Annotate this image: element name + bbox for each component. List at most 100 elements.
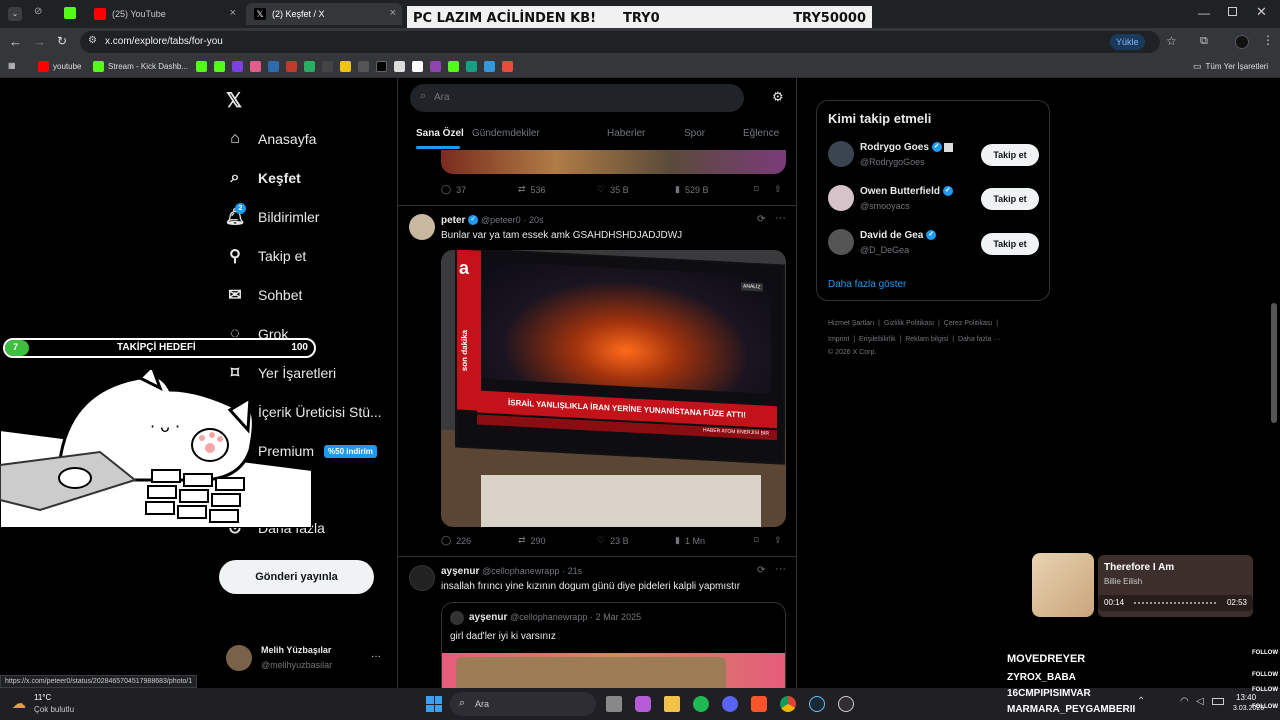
- minimize-icon[interactable]: —: [1198, 6, 1210, 20]
- author-name[interactable]: peter: [441, 215, 465, 226]
- nav-chat[interactable]: ✉ Sohbet: [226, 286, 302, 304]
- more-icon[interactable]: ···: [775, 563, 786, 575]
- follow-button[interactable]: Takip et: [981, 188, 1039, 210]
- kick-tab-icon[interactable]: [64, 7, 76, 19]
- extensions-icon[interactable]: ⧉: [1200, 35, 1208, 48]
- maximize-icon[interactable]: [1228, 7, 1237, 16]
- footer-link[interactable]: Imprint: [828, 336, 849, 343]
- reload-icon[interactable]: ↻: [57, 34, 67, 48]
- post-photo[interactable]: a son dakika ANALİZ İSRAİL YANLIŞLIKLA İ…: [441, 250, 786, 527]
- tab-x-explore[interactable]: 𝕏 (2) Keşfet / X ×: [246, 3, 402, 25]
- nav-explore[interactable]: ⌕ Keşfet: [226, 169, 301, 187]
- like-action[interactable]: ♡ 35 B: [597, 184, 629, 195]
- footer-link[interactable]: Daha fazla ···: [958, 336, 1000, 343]
- close-window-icon[interactable]: ✕: [1256, 4, 1267, 20]
- nav-home[interactable]: ⌂ Anasayfa: [226, 130, 316, 148]
- bookmark-action[interactable]: ⌑: [754, 535, 759, 546]
- footer-link[interactable]: Erişilebilirlik: [859, 336, 896, 343]
- reply-action[interactable]: ◯ 226: [441, 535, 471, 546]
- site-icon[interactable]: [268, 61, 279, 72]
- star-icon[interactable]: ☆: [1166, 34, 1177, 48]
- back-icon[interactable]: ←: [9, 34, 22, 49]
- chrome-icon[interactable]: [780, 696, 796, 712]
- site-icon[interactable]: [250, 61, 261, 72]
- site-icon[interactable]: [394, 61, 405, 72]
- site-icon[interactable]: [340, 61, 351, 72]
- quoted-post[interactable]: ayşenur @cellophanewrapp · 2 Mar 2025 gi…: [441, 602, 786, 690]
- post-aysenur[interactable]: ayşenur @cellophanewrapp · 21s ⟳ ··· ins…: [398, 557, 796, 690]
- site-icon[interactable]: [430, 61, 441, 72]
- scrollbar-thumb[interactable]: [1271, 303, 1277, 423]
- bookmark-youtube[interactable]: youtube: [38, 61, 81, 72]
- avatar[interactable]: [409, 214, 435, 240]
- more-icon[interactable]: ···: [371, 651, 381, 662]
- footer-link[interactable]: Gizlilik Politikası: [884, 320, 934, 327]
- suggestion-rodrygo[interactable]: Rodrygo Goes ✓ @RodrygoGoes: [828, 141, 978, 171]
- menu-icon[interactable]: ⋮: [1262, 33, 1274, 47]
- file-explorer-icon[interactable]: [664, 696, 680, 712]
- forward-icon[interactable]: →: [33, 34, 46, 49]
- tab-trending[interactable]: Gündemdekiler: [472, 128, 540, 139]
- x-logo[interactable]: 𝕏: [226, 88, 242, 113]
- taskbar-search[interactable]: ⌕ Ara: [450, 692, 596, 716]
- settings-icon[interactable]: ⚙: [772, 89, 784, 105]
- more-icon[interactable]: ···: [775, 212, 786, 224]
- footer-link[interactable]: Reklam bilgisi: [905, 336, 948, 343]
- author-name[interactable]: ayşenur: [441, 566, 479, 577]
- nav-notifications[interactable]: 🔔︎ 2 Bildirimler: [225, 203, 319, 226]
- upload-button[interactable]: Yükle: [1110, 34, 1145, 50]
- site-icon[interactable]: [466, 61, 477, 72]
- profile-avatar[interactable]: [1235, 35, 1249, 49]
- suggestion-owen[interactable]: Owen Butterfield ✓ @smooyacs: [828, 185, 978, 215]
- site-info-icon[interactable]: ⚙: [88, 35, 97, 46]
- start-button[interactable]: [426, 696, 442, 712]
- author-handle[interactable]: @cellophanewrapp: [482, 566, 559, 576]
- tab-youtube[interactable]: (25) YouTube ×: [86, 3, 242, 25]
- url-field[interactable]: ⚙ x.com/explore/tabs/for-you Yükle ☆: [80, 31, 1177, 53]
- site-icon[interactable]: [448, 61, 459, 72]
- follow-button[interactable]: Takip et: [981, 233, 1039, 255]
- nav-follow[interactable]: ⚲ Takip et: [226, 247, 306, 265]
- suggestion-degea[interactable]: David de Gea ✓ @D_DeGea: [828, 229, 978, 259]
- copilot-icon[interactable]: [635, 696, 651, 712]
- search-box[interactable]: ⌕ Ara: [410, 84, 744, 112]
- muted-tab-icon[interactable]: ⊘: [34, 6, 42, 17]
- share-action[interactable]: ⇪: [774, 535, 782, 546]
- kick-icon[interactable]: [196, 61, 207, 72]
- task-view-icon[interactable]: [606, 696, 622, 712]
- avatar[interactable]: [409, 565, 435, 591]
- footer-link[interactable]: Çerez Politikası: [944, 320, 993, 327]
- tab-for-you[interactable]: Sana Özel: [416, 128, 464, 139]
- close-tab-icon[interactable]: ×: [390, 7, 396, 19]
- steam-icon[interactable]: [809, 696, 825, 712]
- bookmark-action[interactable]: ⌑: [754, 184, 759, 195]
- account-switcher[interactable]: Melih Yüzbaşılar @melihyuzbasilar ···: [226, 643, 386, 675]
- share-action[interactable]: ⇪: [774, 184, 782, 195]
- close-tab-icon[interactable]: ×: [230, 7, 236, 19]
- site-icon[interactable]: [286, 61, 297, 72]
- views-action[interactable]: ▮ 529 B: [675, 184, 708, 195]
- post-peter[interactable]: peter ✓ @peteer0 · 20s ⟳ ··· Bunlar var …: [398, 206, 796, 556]
- site-icon[interactable]: [502, 61, 513, 72]
- site-icon[interactable]: [358, 61, 369, 72]
- all-bookmarks[interactable]: ▭ Tüm Yer İşaretleri: [1193, 61, 1268, 72]
- tab-entertainment[interactable]: Eğlence: [743, 128, 779, 139]
- grok-icon[interactable]: ⟳: [757, 565, 765, 576]
- apps-icon[interactable]: ▦: [8, 61, 16, 70]
- weather-icon[interactable]: ☁: [12, 695, 26, 712]
- obs-icon[interactable]: [838, 696, 854, 712]
- views-action[interactable]: ▮ 1 Mn: [675, 535, 705, 546]
- quote-photo[interactable]: [442, 653, 785, 690]
- repost-action[interactable]: ⇄ 290: [518, 535, 546, 546]
- repost-action[interactable]: ⇄ 536: [518, 184, 546, 195]
- show-more-link[interactable]: Daha fazla göster: [828, 279, 906, 290]
- footer-link[interactable]: Hizmet Şartları: [828, 320, 874, 327]
- bookmark-kick[interactable]: Stream - Kick Dashb...: [93, 61, 188, 72]
- tab-sports[interactable]: Spor: [684, 128, 705, 139]
- like-action[interactable]: ♡ 23 B: [597, 535, 629, 546]
- tab-search-icon[interactable]: ⌄: [8, 7, 22, 21]
- previous-post-media[interactable]: [441, 150, 786, 174]
- site-icon[interactable]: [322, 61, 333, 72]
- brave-icon[interactable]: [751, 696, 767, 712]
- reply-action[interactable]: ◯ 37: [441, 184, 466, 195]
